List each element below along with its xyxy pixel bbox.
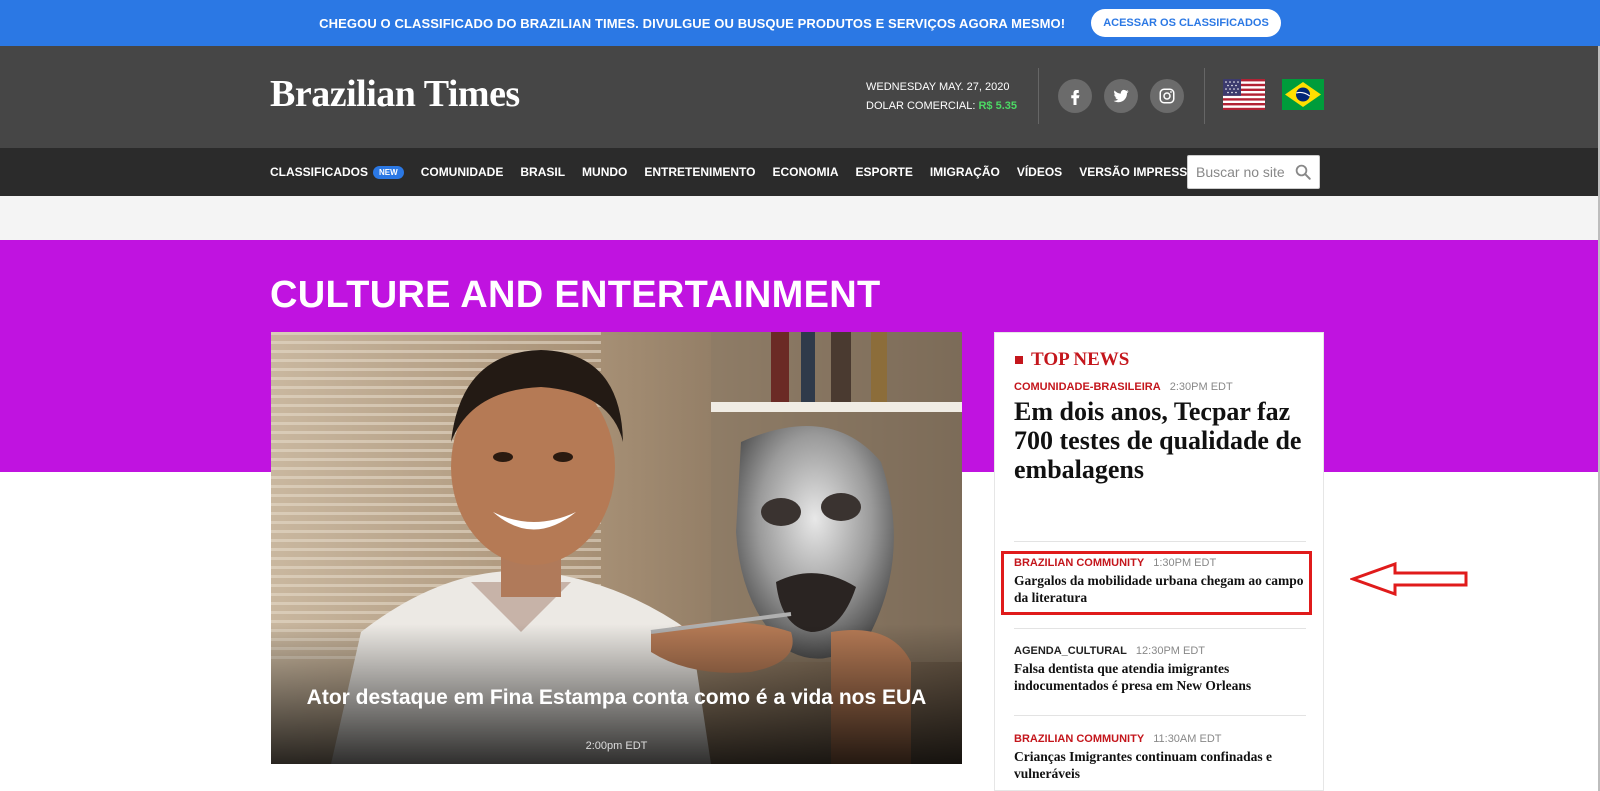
- news-item[interactable]: AGENDA_CULTURAL 12:30PM EDT Falsa dentis…: [1014, 645, 1306, 694]
- dolar-label: DOLAR COMERCIAL:: [866, 100, 976, 112]
- header-divider: [1038, 68, 1039, 124]
- twitter-icon[interactable]: [1104, 79, 1138, 113]
- search-box: [1187, 155, 1320, 189]
- news-time: 12:30PM EDT: [1135, 645, 1206, 657]
- site-logo[interactable]: Brazilian Times: [270, 72, 520, 116]
- date-block: WEDNESDAY MAY. 27, 2020 DOLAR COMERCIAL:…: [866, 78, 1017, 116]
- nav-item-classificados[interactable]: CLASSIFICADOS NEW: [270, 165, 404, 179]
- news-item[interactable]: BRAZILIAN COMMUNITY 1:30PM EDT Gargalos …: [1014, 557, 1306, 606]
- promo-bar: CHEGOU O CLASSIFICADO DO BRAZILIAN TIMES…: [0, 0, 1600, 46]
- facebook-icon[interactable]: [1058, 79, 1092, 113]
- news-divider: [1014, 541, 1306, 542]
- news-headline[interactable]: Em dois anos, Tecpar faz 700 testes de q…: [1014, 397, 1306, 484]
- top-news-title: TOP NEWS: [1031, 349, 1130, 370]
- dolar-value: R$ 5.35: [978, 100, 1018, 112]
- news-divider: [1014, 628, 1306, 629]
- news-headline[interactable]: Crianças Imigrantes continuam confinadas…: [1014, 748, 1306, 782]
- instagram-icon[interactable]: [1150, 79, 1184, 113]
- nav-item-comunidade[interactable]: COMUNIDADE: [421, 165, 504, 179]
- nav-item-imigracao[interactable]: IMIGRAÇÃO: [930, 165, 1000, 179]
- header-divider: [1204, 68, 1205, 124]
- promo-text: CHEGOU O CLASSIFICADO DO BRAZILIAN TIMES…: [319, 15, 1066, 31]
- us-flag-icon[interactable]: [1223, 79, 1265, 110]
- current-date: WEDNESDAY MAY. 27, 2020: [866, 81, 1010, 93]
- hero-title[interactable]: Ator destaque em Fina Estampa conta como…: [271, 686, 962, 710]
- nav-item-versao-impressa[interactable]: VERSÃO IMPRESSA: [1079, 165, 1196, 179]
- news-meta: COMUNIDADE-BRASILEIRA 2:30PM EDT: [1014, 381, 1306, 393]
- annotation-arrow-icon: [1350, 561, 1468, 597]
- new-badge: NEW: [373, 165, 404, 179]
- news-category[interactable]: BRAZILIAN COMMUNITY: [1014, 557, 1144, 569]
- news-meta: AGENDA_CULTURAL 12:30PM EDT: [1014, 645, 1306, 657]
- news-category[interactable]: COMUNIDADE-BRASILEIRA: [1014, 381, 1161, 393]
- nav-item-videos[interactable]: VÍDEOS: [1017, 165, 1062, 179]
- nav-item-label: CLASSIFICADOS: [270, 165, 369, 179]
- main-nav: CLASSIFICADOS NEW COMUNIDADE BRASIL MUND…: [0, 148, 1598, 196]
- news-divider: [1014, 715, 1306, 716]
- hero-article[interactable]: Ator destaque em Fina Estampa conta como…: [271, 332, 962, 764]
- news-item[interactable]: COMUNIDADE-BRASILEIRA 2:30PM EDT Em dois…: [1014, 381, 1306, 484]
- search-input[interactable]: [1188, 157, 1292, 187]
- news-time: 2:30PM EDT: [1169, 381, 1233, 393]
- dolar-rate: DOLAR COMERCIAL: R$ 5.35: [866, 97, 1017, 116]
- news-item[interactable]: BRAZILIAN COMMUNITY 11:30AM EDT Crianças…: [1014, 733, 1306, 782]
- news-headline[interactable]: Gargalos da mobilidade urbana chegam ao …: [1014, 572, 1306, 606]
- nav-item-mundo[interactable]: MUNDO: [582, 165, 627, 179]
- brazil-flag-icon[interactable]: [1282, 79, 1324, 110]
- hero-time: 2:00pm EDT: [585, 740, 648, 752]
- ad-strip: [0, 196, 1598, 240]
- top-news-panel: TOP NEWS COMUNIDADE-BRASILEIRA 2:30PM ED…: [994, 332, 1324, 791]
- section-title: CULTURE AND ENTERTAINMENT: [270, 274, 881, 316]
- search-icon[interactable]: [1294, 163, 1312, 181]
- nav-item-entretenimento[interactable]: ENTRETENIMENTO: [644, 165, 755, 179]
- square-bullet-icon: [1015, 356, 1023, 364]
- nav-item-brasil[interactable]: BRASIL: [520, 165, 565, 179]
- top-news-header: TOP NEWS: [1015, 349, 1129, 371]
- news-headline[interactable]: Falsa dentista que atendia imigrantes in…: [1014, 660, 1306, 694]
- news-category[interactable]: BRAZILIAN COMMUNITY: [1014, 733, 1144, 745]
- news-time: 11:30AM EDT: [1153, 733, 1222, 745]
- news-category[interactable]: AGENDA_CULTURAL: [1014, 645, 1127, 657]
- nav-item-esporte[interactable]: ESPORTE: [855, 165, 912, 179]
- site-header: Brazilian Times WEDNESDAY MAY. 27, 2020 …: [0, 46, 1600, 148]
- nav-item-economia[interactable]: ECONOMIA: [772, 165, 838, 179]
- nav-items: CLASSIFICADOS NEW COMUNIDADE BRASIL MUND…: [270, 148, 1213, 196]
- news-time: 1:30PM EDT: [1153, 557, 1217, 569]
- access-classifieds-button[interactable]: ACESSAR OS CLASSIFICADOS: [1091, 9, 1281, 37]
- news-meta: BRAZILIAN COMMUNITY 1:30PM EDT: [1014, 557, 1306, 569]
- news-meta: BRAZILIAN COMMUNITY 11:30AM EDT: [1014, 733, 1306, 745]
